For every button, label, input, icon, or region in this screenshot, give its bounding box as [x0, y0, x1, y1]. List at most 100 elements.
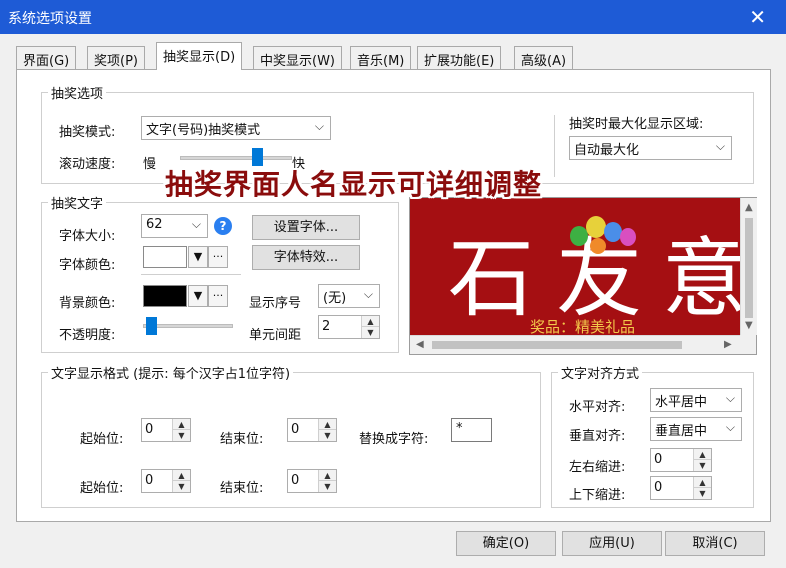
- spin-down-icon[interactable]: ▼: [319, 430, 336, 441]
- preview-prize-text: 奖品：精美礼品: [530, 318, 636, 335]
- row1-end-stepper[interactable]: 0 ▲ ▼: [287, 418, 337, 442]
- horizontal-scrollbar[interactable]: ◀ ▶: [410, 335, 740, 354]
- font-effects-button[interactable]: 字体特效...: [252, 245, 360, 270]
- chevron-down-icon: ⌵: [725, 420, 735, 434]
- row2-end-stepper[interactable]: 0 ▲ ▼: [287, 469, 337, 493]
- row2-start-label: 起始位:: [80, 481, 124, 496]
- spin-up-icon[interactable]: ▲: [173, 470, 190, 481]
- scroll-thumb[interactable]: [745, 218, 753, 318]
- spin-arrows: ▲ ▼: [318, 470, 336, 492]
- text-align-title: 文字对齐方式: [558, 363, 643, 382]
- tb-indent-stepper[interactable]: 0 ▲ ▼: [650, 476, 712, 500]
- cancel-button[interactable]: 取消(C): [665, 531, 765, 556]
- replace-char-input[interactable]: *: [451, 418, 492, 442]
- spin-down-icon[interactable]: ▼: [173, 430, 190, 441]
- spin-down-icon[interactable]: ▼: [694, 488, 711, 499]
- ok-button[interactable]: 确定(O): [456, 531, 556, 556]
- spin-up-icon[interactable]: ▲: [173, 419, 190, 430]
- v-align-select[interactable]: 垂直居中 ⌵: [650, 417, 742, 441]
- font-size-label: 字体大小:: [59, 229, 116, 244]
- balloon-decoration: [590, 238, 606, 254]
- bg-color-more-button[interactable]: ···: [208, 285, 228, 307]
- overlay-caption: 抽奖界面人名显示可详细调整: [165, 168, 543, 201]
- spin-arrows: ▲ ▼: [693, 449, 711, 471]
- bg-color-label: 背景颜色:: [59, 296, 116, 311]
- font-size-value: 62: [146, 217, 163, 232]
- apply-button[interactable]: 应用(U): [562, 531, 662, 556]
- tab-advanced[interactable]: 高级(A): [514, 46, 574, 70]
- speed-slider-track[interactable]: [180, 156, 292, 160]
- tab-winner-display[interactable]: 中奖显示(W): [253, 46, 342, 70]
- tab-extensions[interactable]: 扩展功能(E): [417, 46, 502, 70]
- row2-start-value: 0: [145, 473, 154, 488]
- spin-up-icon[interactable]: ▲: [694, 449, 711, 460]
- chevron-down-icon: ⌵: [363, 287, 373, 301]
- font-color-dropdown[interactable]: ▼: [188, 246, 208, 268]
- show-index-label: 显示序号: [249, 296, 302, 311]
- spin-down-icon[interactable]: ▼: [173, 481, 190, 492]
- text-format-group: 文字显示格式 (提示: 每个汉字占1位字符) 起始位: 0 ▲ ▼ 结束位: 0…: [41, 363, 541, 508]
- lr-indent-label: 左右缩进:: [569, 460, 626, 475]
- cell-spacing-stepper[interactable]: 2 ▲ ▼: [318, 315, 380, 339]
- draw-mode-label: 抽奖模式:: [59, 125, 116, 140]
- divider: [141, 274, 241, 275]
- show-index-value: (无): [323, 291, 347, 306]
- v-align-label: 垂直对齐:: [569, 429, 626, 444]
- font-color-label: 字体颜色:: [59, 258, 116, 273]
- tab-interface[interactable]: 界面(G): [16, 46, 77, 70]
- row1-start-stepper[interactable]: 0 ▲ ▼: [141, 418, 191, 442]
- scroll-down-icon[interactable]: ▼: [745, 320, 753, 331]
- scroll-left-icon[interactable]: ◀: [416, 339, 424, 350]
- spin-arrows: ▲ ▼: [172, 419, 190, 441]
- maximize-label: 抽奖时最大化显示区域:: [569, 117, 704, 132]
- spin-up-icon[interactable]: ▲: [319, 419, 336, 430]
- h-align-select[interactable]: 水平居中 ⌵: [650, 388, 742, 412]
- draw-mode-value: 文字(号码)抽奖模式: [146, 123, 261, 138]
- row1-start-value: 0: [145, 422, 154, 437]
- balloon-decoration: [586, 216, 606, 238]
- lr-indent-stepper[interactable]: 0 ▲ ▼: [650, 448, 712, 472]
- lr-indent-value: 0: [654, 452, 663, 467]
- scroll-up-icon[interactable]: ▲: [745, 202, 753, 213]
- scroll-right-icon[interactable]: ▶: [724, 339, 732, 350]
- row2-end-label: 结束位:: [220, 481, 264, 496]
- draw-options-title: 抽奖选项: [48, 83, 107, 102]
- bg-color-dropdown[interactable]: ▼: [188, 285, 208, 307]
- preview-name-char: 石: [448, 229, 534, 329]
- chevron-down-icon: ⌵: [715, 139, 725, 153]
- vertical-scrollbar[interactable]: ▲ ▼: [740, 198, 757, 335]
- tab-music[interactable]: 音乐(M): [350, 46, 412, 70]
- maximize-select[interactable]: 自动最大化 ⌵: [569, 136, 732, 160]
- draw-mode-select[interactable]: 文字(号码)抽奖模式 ⌵: [141, 116, 331, 140]
- spin-down-icon[interactable]: ▼: [319, 481, 336, 492]
- tab-draw-display[interactable]: 抽奖显示(D): [156, 42, 243, 70]
- preview-name-char: 意: [662, 229, 740, 329]
- font-color-swatch[interactable]: [143, 246, 187, 268]
- spin-up-icon[interactable]: ▲: [319, 470, 336, 481]
- spin-up-icon[interactable]: ▲: [694, 477, 711, 488]
- show-index-select[interactable]: (无) ⌵: [318, 284, 380, 308]
- help-icon[interactable]: ?: [214, 217, 232, 235]
- spin-up-icon[interactable]: ▲: [362, 316, 379, 327]
- draw-preview-panel: 石 友 意 奖品：精美礼品 ▲ ▼ ◀ ▶: [409, 197, 757, 355]
- bg-color-swatch[interactable]: [143, 285, 187, 307]
- balloon-decoration: [620, 228, 636, 246]
- title-bar: 系统选项设置 ✕: [0, 0, 786, 34]
- spin-down-icon[interactable]: ▼: [694, 460, 711, 471]
- font-color-more-button[interactable]: ···: [208, 246, 228, 268]
- spin-down-icon[interactable]: ▼: [362, 327, 379, 338]
- spin-arrows: ▲ ▼: [172, 470, 190, 492]
- row1-end-label: 结束位:: [220, 432, 264, 447]
- tab-prizes[interactable]: 奖项(P): [87, 46, 145, 70]
- row1-end-value: 0: [291, 422, 300, 437]
- spin-arrows: ▲ ▼: [361, 316, 379, 338]
- set-font-button[interactable]: 设置字体...: [252, 215, 360, 240]
- opacity-slider-thumb[interactable]: [146, 317, 158, 335]
- opacity-label: 不透明度:: [59, 328, 116, 343]
- close-icon[interactable]: ✕: [749, 5, 766, 29]
- font-size-select[interactable]: 62 ⌵: [141, 214, 208, 238]
- row2-start-stepper[interactable]: 0 ▲ ▼: [141, 469, 191, 493]
- divider: [554, 115, 555, 177]
- scroll-thumb[interactable]: [432, 341, 682, 349]
- chevron-down-icon: ⌵: [314, 119, 324, 133]
